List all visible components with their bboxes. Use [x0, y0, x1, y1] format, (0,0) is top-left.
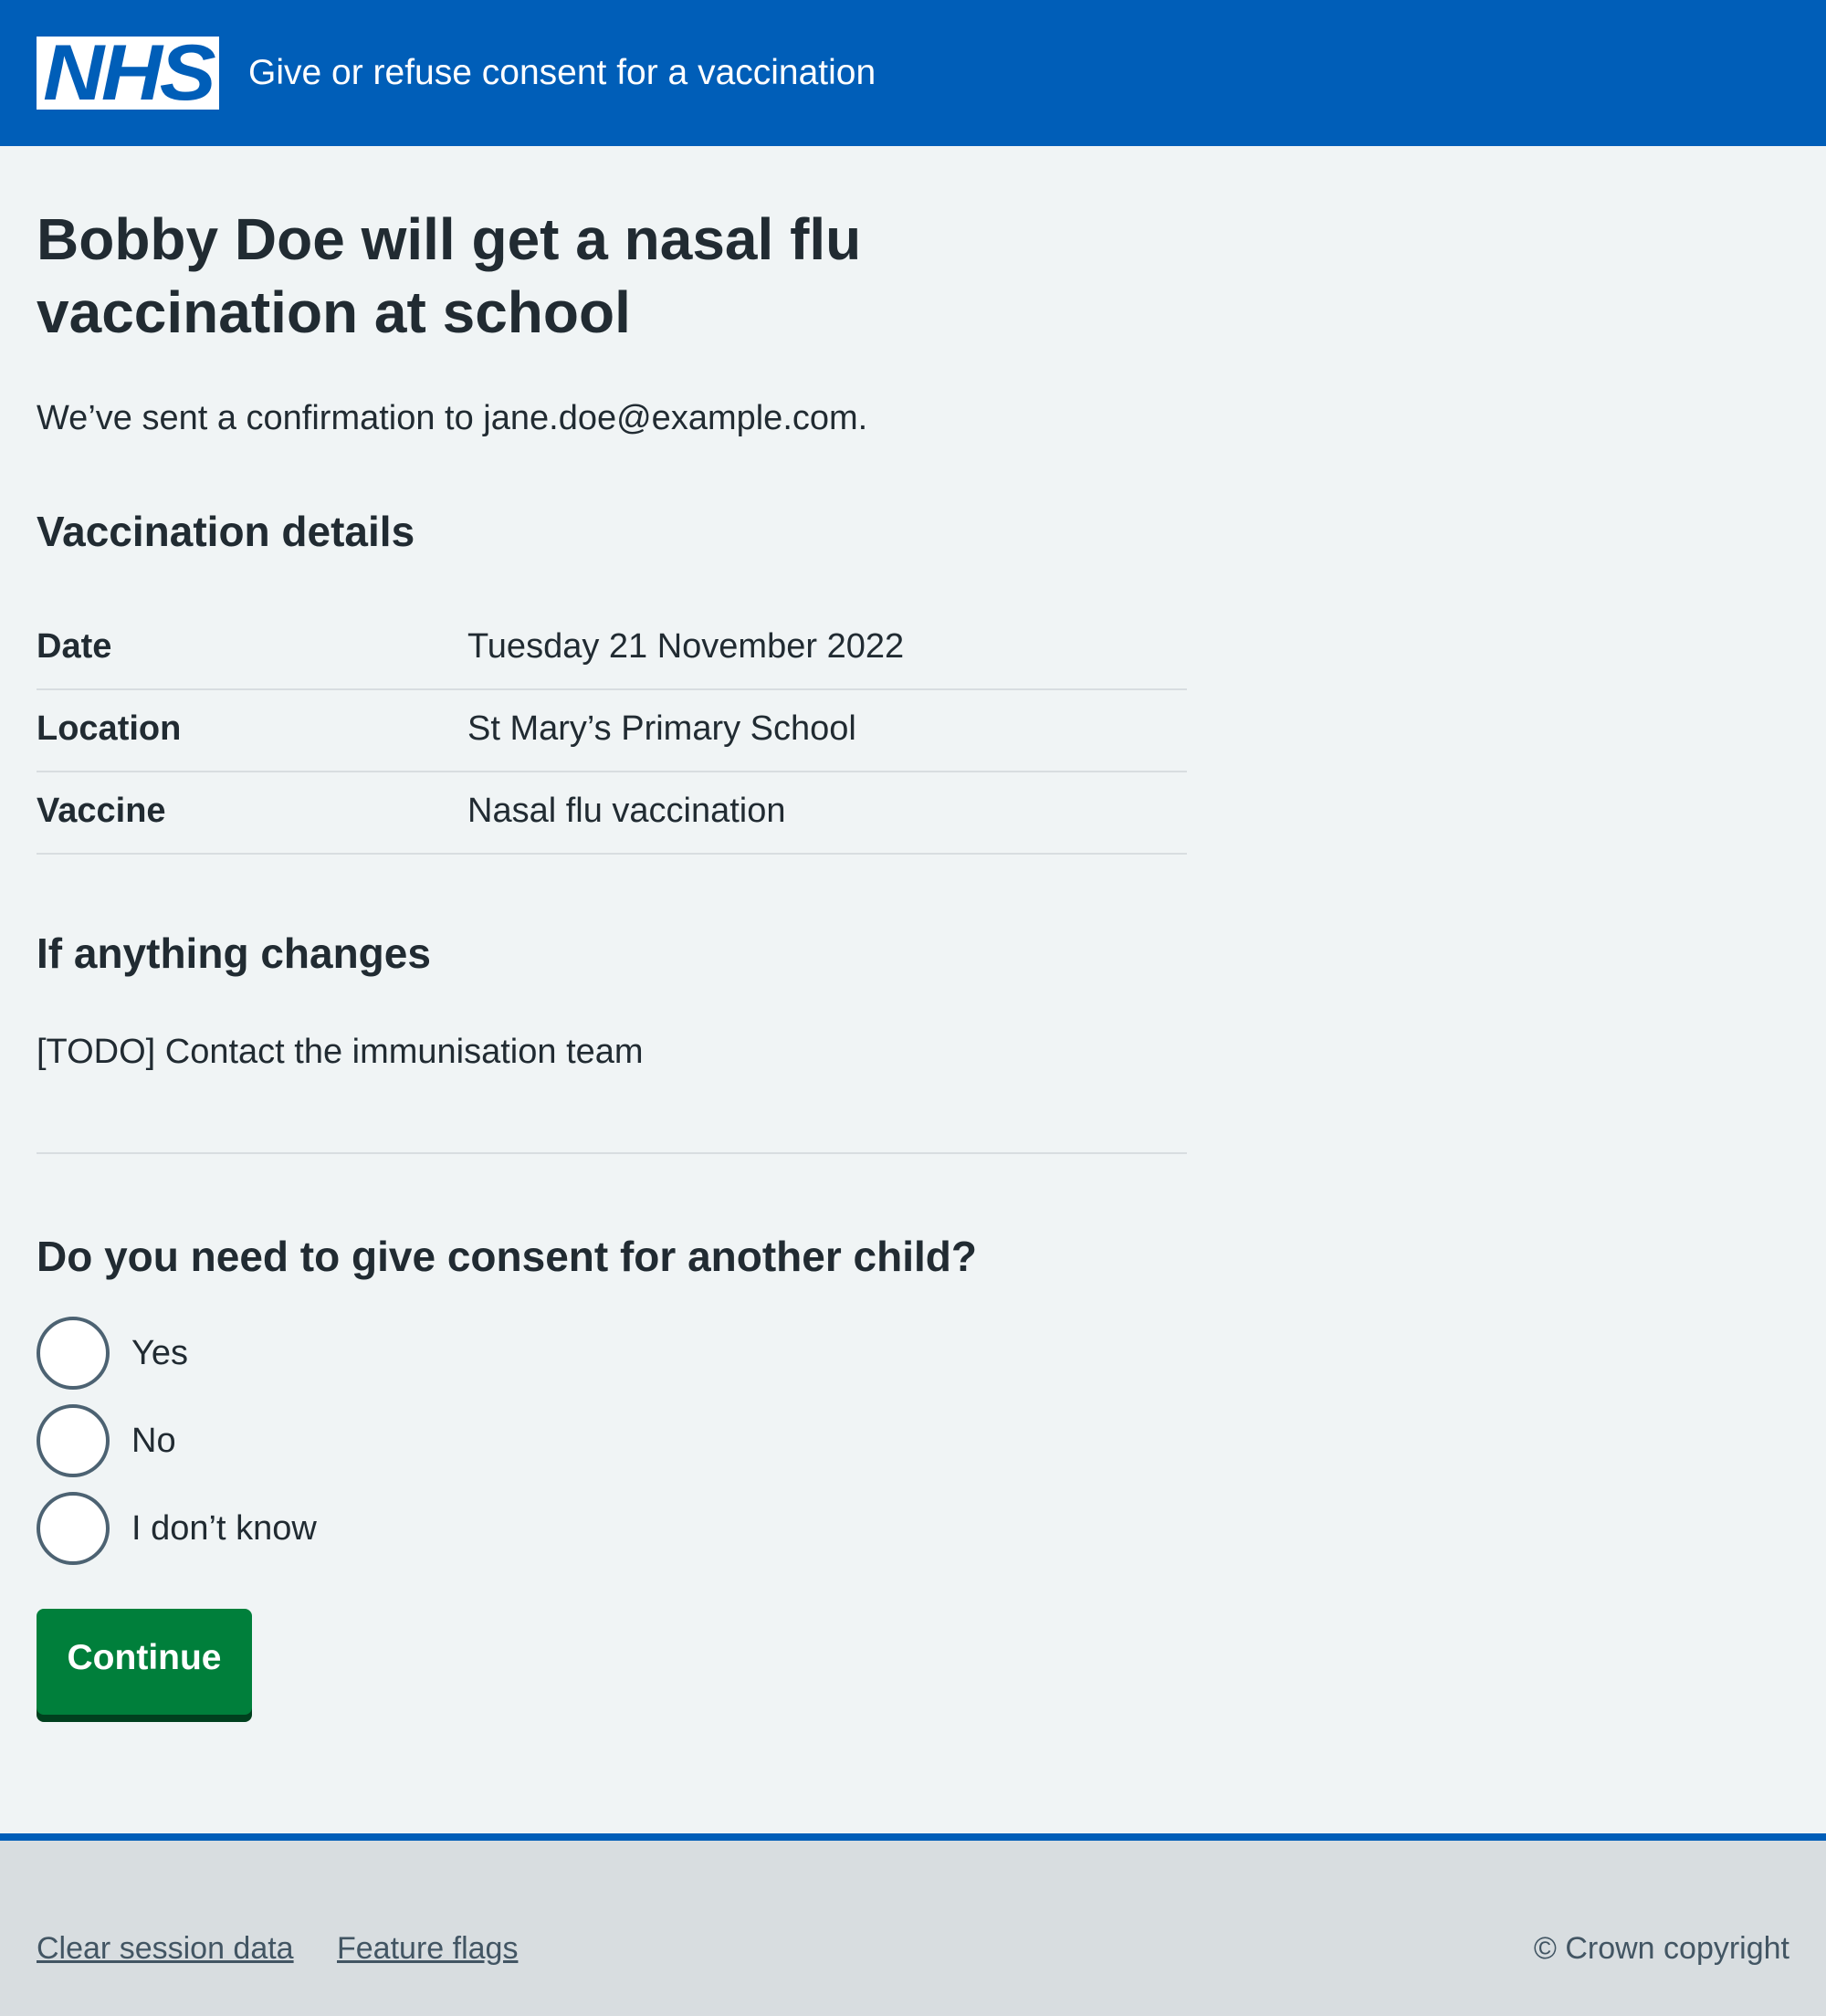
summary-row-location: Location St Mary’s Primary School: [37, 690, 1187, 772]
radio-label[interactable]: I don’t know: [131, 1505, 317, 1552]
radio-circle-icon[interactable]: [37, 1317, 110, 1390]
clear-session-data-link[interactable]: Clear session data: [37, 1928, 294, 1969]
confirmation-message: We’ve sent a confirmation to jane.doe@ex…: [37, 399, 868, 437]
summary-value: Nasal flu vaccination: [467, 792, 786, 830]
summary-key: Location: [37, 709, 182, 748]
if-anything-changes-heading: If anything changes: [37, 929, 431, 977]
continue-button[interactable]: Continue: [37, 1609, 252, 1715]
nhs-logo-text: NHS: [42, 29, 216, 117]
section-divider: [37, 1152, 1187, 1154]
copyright-text: © Crown copyright: [1533, 1931, 1789, 1966]
site-footer: Clear session data Feature flags © Crown…: [0, 1833, 1826, 2016]
summary-value: Tuesday 21 November 2022: [467, 627, 905, 666]
radio-label[interactable]: Yes: [131, 1329, 188, 1377]
summary-key: Vaccine: [37, 792, 166, 830]
radio-circle-icon[interactable]: [37, 1404, 110, 1477]
radio-option-yes[interactable]: Yes: [37, 1317, 584, 1390]
feature-flags-link[interactable]: Feature flags: [337, 1928, 518, 1969]
contact-text: [TODO] Contact the immunisation team: [37, 1033, 644, 1071]
radio-option-no[interactable]: No: [37, 1404, 584, 1477]
radio-label[interactable]: No: [131, 1417, 176, 1465]
radio-circle-icon[interactable]: [37, 1492, 110, 1565]
radio-option-dont-know[interactable]: I don’t know: [37, 1492, 584, 1565]
another-child-question: Do you need to give consent for another …: [37, 1233, 977, 1280]
service-name[interactable]: Give or refuse consent for a vaccination: [248, 49, 876, 97]
vaccination-details-heading: Vaccination details: [37, 508, 415, 555]
summary-row-vaccine: Vaccine Nasal flu vaccination: [37, 772, 1187, 855]
summary-value: St Mary’s Primary School: [467, 709, 856, 748]
summary-row-date: Date Tuesday 21 November 2022: [37, 608, 1187, 690]
site-header: NHS Give or refuse consent for a vaccina…: [0, 0, 1826, 146]
page-title: Bobby Doe will get a nasal flu vaccinati…: [37, 206, 862, 345]
summary-key: Date: [37, 627, 112, 666]
vaccination-summary-list: Date Tuesday 21 November 2022 Location S…: [37, 608, 1187, 855]
nhs-logo[interactable]: NHS: [37, 29, 219, 117]
